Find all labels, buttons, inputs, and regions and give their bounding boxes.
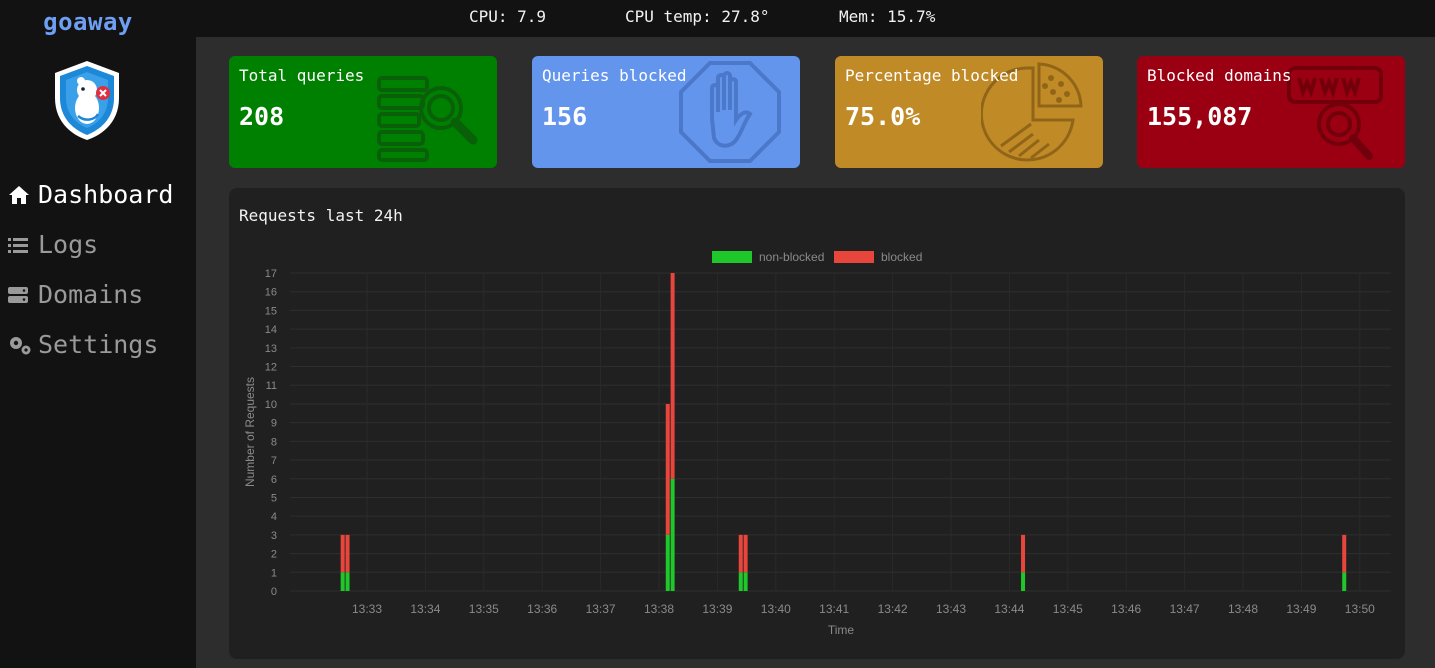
y-tick-label: 10 bbox=[265, 399, 277, 411]
memory-stat: Mem: 15.7% bbox=[839, 7, 936, 26]
nav-logs-label: Logs bbox=[38, 230, 99, 259]
x-tick-label: 13:36 bbox=[527, 602, 557, 616]
bar-blocked bbox=[665, 403, 670, 535]
x-tick-label: 13:34 bbox=[410, 602, 440, 616]
nav-dashboard[interactable]: Dashboard bbox=[8, 180, 173, 209]
y-tick-label: 13 bbox=[265, 343, 277, 355]
y-tick-label: 0 bbox=[271, 586, 277, 598]
gears-icon bbox=[8, 333, 32, 357]
legend-label: blocked bbox=[881, 250, 922, 264]
bar-blocked bbox=[1021, 534, 1026, 573]
bar-non-blocked bbox=[665, 534, 670, 591]
y-tick-label: 12 bbox=[265, 362, 277, 374]
x-tick-label: 13:49 bbox=[1286, 602, 1316, 616]
card-value: 156 bbox=[542, 102, 588, 131]
bar-non-blocked bbox=[738, 572, 743, 591]
y-tick-label: 17 bbox=[265, 268, 277, 280]
bar-blocked bbox=[340, 534, 345, 573]
x-tick-label: 13:48 bbox=[1228, 602, 1258, 616]
y-tick-label: 4 bbox=[271, 511, 277, 523]
bar-blocked bbox=[1342, 534, 1347, 573]
y-tick-label: 15 bbox=[265, 305, 277, 317]
list-icon bbox=[8, 233, 32, 257]
requests-chart: 0123456789101112131415161713:33 13:34 13:3… bbox=[243, 250, 1391, 637]
x-tick-label: 13:37 bbox=[586, 602, 616, 616]
x-axis-label: Time bbox=[828, 623, 855, 637]
card-value: 155,087 bbox=[1147, 102, 1253, 131]
x-tick-label: 13:40 bbox=[761, 602, 791, 616]
nav-dashboard-label: Dashboard bbox=[38, 180, 174, 209]
server-icon bbox=[8, 283, 32, 307]
y-tick-label: 8 bbox=[271, 436, 277, 448]
bar-non-blocked bbox=[1021, 572, 1026, 591]
y-tick-label: 16 bbox=[265, 287, 277, 299]
cpu-temp-stat: CPU temp: 27.8° bbox=[625, 7, 770, 26]
card-title: Percentage blocked bbox=[845, 66, 1019, 85]
x-tick-label: 13:39 bbox=[702, 602, 732, 616]
x-tick-label: 13:33 bbox=[352, 602, 382, 616]
legend-swatch bbox=[834, 251, 874, 263]
y-tick-label: 5 bbox=[271, 492, 277, 504]
y-tick-label: 3 bbox=[271, 530, 277, 542]
x-tick-label: 13:43 bbox=[936, 602, 966, 616]
legend-label: non-blocked bbox=[759, 250, 824, 264]
x-tick-label: 13:46 bbox=[1111, 602, 1141, 616]
card-total-queries: Total queries 208 bbox=[229, 56, 497, 168]
bar-non-blocked bbox=[345, 572, 350, 591]
web-search-icon bbox=[1287, 66, 1383, 160]
y-tick-label: 6 bbox=[271, 474, 277, 486]
card-blocked-domains: Blocked domains 155,087 bbox=[1137, 56, 1405, 168]
card-title: Blocked domains bbox=[1147, 66, 1292, 85]
bar-blocked bbox=[670, 273, 675, 479]
card-value: 208 bbox=[239, 102, 285, 131]
y-tick-label: 14 bbox=[265, 324, 277, 336]
cpu-stat: CPU: 7.9 bbox=[469, 7, 547, 26]
bar-blocked bbox=[743, 534, 748, 573]
card-title: Queries blocked bbox=[542, 66, 687, 85]
x-tick-label: 13:47 bbox=[1170, 602, 1200, 616]
nav-domains-label: Domains bbox=[38, 280, 144, 309]
nav-logs[interactable]: Logs bbox=[8, 230, 98, 259]
nav-settings[interactable]: Settings bbox=[8, 330, 158, 359]
y-tick-label: 1 bbox=[271, 567, 277, 579]
x-tick-label: 13:41 bbox=[819, 602, 849, 616]
x-tick-label: 13:35 bbox=[469, 602, 499, 616]
app-name[interactable]: goaway bbox=[0, 8, 176, 36]
y-tick-label: 9 bbox=[271, 418, 277, 430]
bar-non-blocked bbox=[1342, 572, 1347, 591]
bar-blocked bbox=[738, 534, 743, 573]
nav-settings-label: Settings bbox=[38, 330, 159, 359]
x-tick-label: 13:42 bbox=[878, 602, 908, 616]
requests-chart-panel: Requests last 24h 0 1 2 3 4 5 6 7 8 9 10 11 12 13 14 15… bbox=[229, 188, 1405, 659]
y-tick-label: 11 bbox=[266, 380, 277, 392]
shield-logo-icon bbox=[55, 61, 119, 140]
bar-blocked bbox=[345, 534, 350, 573]
status-bar: CPU: 7.9 CPU temp: 27.8° Mem: 15.7% bbox=[196, 0, 1435, 37]
card-queries-blocked: Queries blocked 156 bbox=[532, 56, 800, 168]
y-tick-label: 7 bbox=[271, 455, 277, 467]
x-tick-label: 13:44 bbox=[994, 602, 1024, 616]
bar-non-blocked bbox=[743, 572, 748, 591]
nav-domains[interactable]: Domains bbox=[8, 280, 143, 309]
x-tick-label: 13:50 bbox=[1345, 602, 1375, 616]
y-tick-label: 2 bbox=[271, 549, 277, 561]
bar-non-blocked bbox=[340, 572, 345, 591]
sidebar: goaway Dashboard Logs Domains Settings bbox=[0, 0, 196, 668]
x-tick-label: 13:45 bbox=[1053, 602, 1083, 616]
legend-swatch bbox=[712, 251, 752, 263]
stop-hand-icon bbox=[679, 61, 781, 163]
x-tick-label: 13:38 bbox=[644, 602, 674, 616]
y-axis-label: Number of Requests bbox=[243, 377, 257, 487]
card-value: 75.0% bbox=[845, 102, 921, 131]
card-percentage-blocked: Percentage blocked 75.0% bbox=[835, 56, 1103, 168]
bar-non-blocked bbox=[670, 478, 675, 591]
card-title: Total queries bbox=[239, 66, 365, 85]
home-icon bbox=[8, 183, 32, 207]
search-list-icon bbox=[377, 76, 478, 162]
